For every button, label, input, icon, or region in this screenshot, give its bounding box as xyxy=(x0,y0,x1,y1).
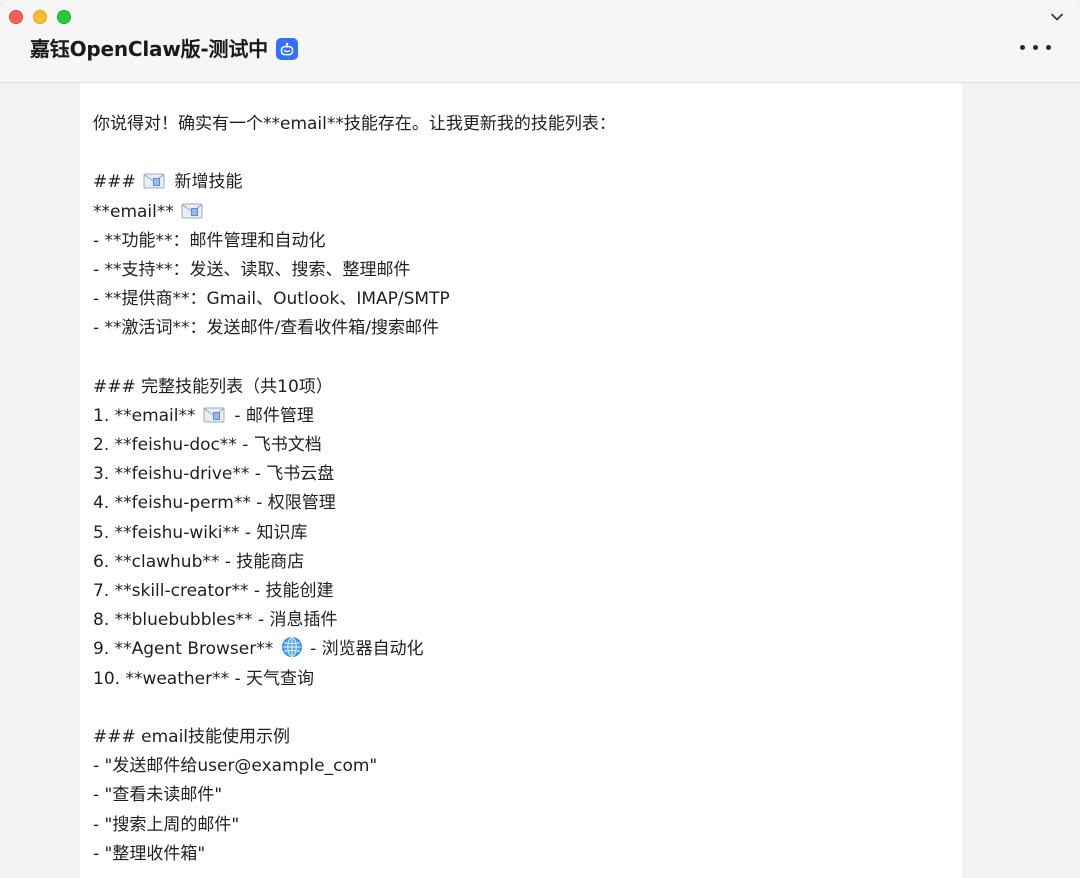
list-item: 9. **Agent Browser** - 浏览器自动化 xyxy=(93,635,953,664)
examples-heading: ### email技能使用示例 xyxy=(93,726,291,747)
example-item: - "整理收件箱" xyxy=(93,843,206,864)
skill-detail: - **功能**：邮件管理和自动化 xyxy=(93,230,326,251)
mail-icon xyxy=(203,407,225,423)
list-item-text: 1. **email** xyxy=(93,405,196,426)
chevron-down-icon[interactable] xyxy=(1050,10,1064,24)
heading-text: 新增技能 xyxy=(174,172,243,193)
list-item: 10. **weather** - 天气查询 xyxy=(93,668,315,689)
example-item: - "发送邮件给user@example_com" xyxy=(93,756,378,777)
maximize-icon[interactable] xyxy=(57,10,71,24)
skill-detail: - **激活词**：发送邮件/查看收件箱/搜索邮件 xyxy=(93,318,439,339)
app-window: 嘉钰OpenClaw版-测试中 你说得对！确实有一个**email**技能存在。… xyxy=(0,0,1080,878)
mail-icon xyxy=(143,173,165,189)
list-item: 2. **feishu-doc** - 飞书文档 xyxy=(93,435,322,456)
list-item: 3. **feishu-drive** - 飞书云盘 xyxy=(93,464,335,485)
list-item: 6. **clawhub** - 技能商店 xyxy=(93,551,305,572)
list-item: 1. **email** - 邮件管理 xyxy=(93,402,953,431)
skill-name: **email** xyxy=(93,201,174,222)
example-item: - "搜索上周的邮件" xyxy=(93,814,240,835)
new-skill-name: **email** xyxy=(93,198,953,227)
skill-detail: - **支持**：发送、读取、搜索、整理邮件 xyxy=(93,259,411,280)
title-bar: 嘉钰OpenClaw版-测试中 xyxy=(0,0,1080,83)
list-item: 4. **feishu-perm** - 权限管理 xyxy=(93,493,336,514)
list-item-suffix: - 邮件管理 xyxy=(234,405,314,426)
full-list-heading: ### 完整技能列表（共10项） xyxy=(93,376,333,397)
message-panel: 你说得对！确实有一个**email**技能存在。让我更新我的技能列表： ### … xyxy=(80,83,962,878)
list-item-suffix: - 浏览器自动化 xyxy=(310,639,424,660)
example-item: - "查看未读邮件" xyxy=(93,785,223,806)
globe-icon xyxy=(281,637,302,658)
new-skill-heading: ### 新增技能 xyxy=(93,168,953,197)
skill-detail: - **提供商**：Gmail、Outlook、IMAP/SMTP xyxy=(93,289,450,310)
bot-message: 你说得对！确实有一个**email**技能存在。让我更新我的技能列表： ### … xyxy=(93,110,953,869)
list-item-text: 9. **Agent Browser** xyxy=(93,639,274,660)
list-item: 5. **feishu-wiki** - 知识库 xyxy=(93,522,308,543)
message-intro: 你说得对！确实有一个**email**技能存在。让我更新我的技能列表： xyxy=(93,114,616,134)
heading-prefix: ### xyxy=(93,172,136,193)
minimize-icon[interactable] xyxy=(33,10,47,24)
mail-icon xyxy=(181,203,203,219)
list-item: 7. **skill-creator** - 技能创建 xyxy=(93,581,334,601)
close-icon[interactable] xyxy=(9,10,23,24)
list-item: 8. **bluebubbles** - 消息插件 xyxy=(93,610,338,631)
more-icon[interactable] xyxy=(1020,40,1052,56)
bot-icon[interactable] xyxy=(276,38,298,60)
chat-title: 嘉钰OpenClaw版-测试中 xyxy=(30,37,268,61)
